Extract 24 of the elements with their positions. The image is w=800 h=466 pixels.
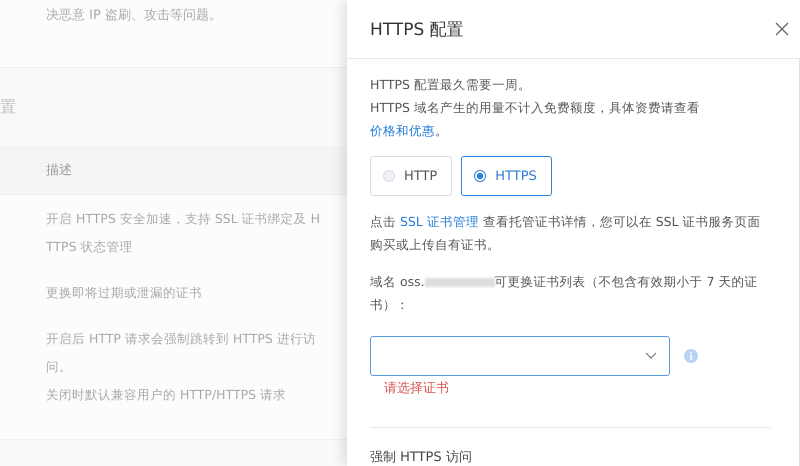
notice-text: HTTPS 域名产生的用量不计入免费额度，具体资费请查看 价格和优惠。 <box>370 99 701 140</box>
intro-text: 决恶意 IP 盗刷、攻击等问题。 <box>46 8 222 23</box>
protocol-option[interactable]: HTTPS <box>461 156 552 196</box>
error-text: 请选择证书 <box>383 380 450 397</box>
table-cell-text: 开启后 HTTP 请求会强制跳转到 HTTPS 进行访 <box>46 330 317 348</box>
pricing-link[interactable]: 价格和优惠 <box>370 123 435 138</box>
column-header: 描述 <box>46 162 72 179</box>
chevron-down-icon <box>645 352 657 360</box>
ssl-cert-link[interactable]: SSL 证书管理 <box>400 214 479 229</box>
close-icon[interactable] <box>773 20 791 38</box>
table-cell-text: 问。 <box>46 358 73 376</box>
info-icon <box>684 349 698 363</box>
cert-hint-text: 点击 SSL 证书管理 查看托管证书详情，您可以在 SSL 证书服务页面购买或上传自有证书。 <box>370 213 762 254</box>
drawer-title: HTTPS 配置 <box>370 18 464 40</box>
table-cell-text: 关闭时默认兼容用户的 HTTP/HTTPS 请求 <box>46 386 288 404</box>
notice-text: HTTPS 配置最久需要一周。 <box>370 76 532 94</box>
section-heading: 强制 HTTPS 访问 <box>370 449 473 466</box>
cert-select[interactable] <box>370 336 670 376</box>
section-title: 置 <box>0 96 16 118</box>
table-cell-text: 开启 HTTPS 安全加速，支持 SSL 证书绑定及 H <box>46 210 322 228</box>
domain-label: 域名 oss. 可更换证书列表（不包含有效期小于 7 天的证书）： <box>370 273 759 314</box>
table-cell-text: TTPS 状态管理 <box>46 238 134 256</box>
table-cell-text: 更换即将过期或泄漏的证书 <box>46 284 203 302</box>
protocol-option[interactable]: HTTP <box>370 156 452 196</box>
